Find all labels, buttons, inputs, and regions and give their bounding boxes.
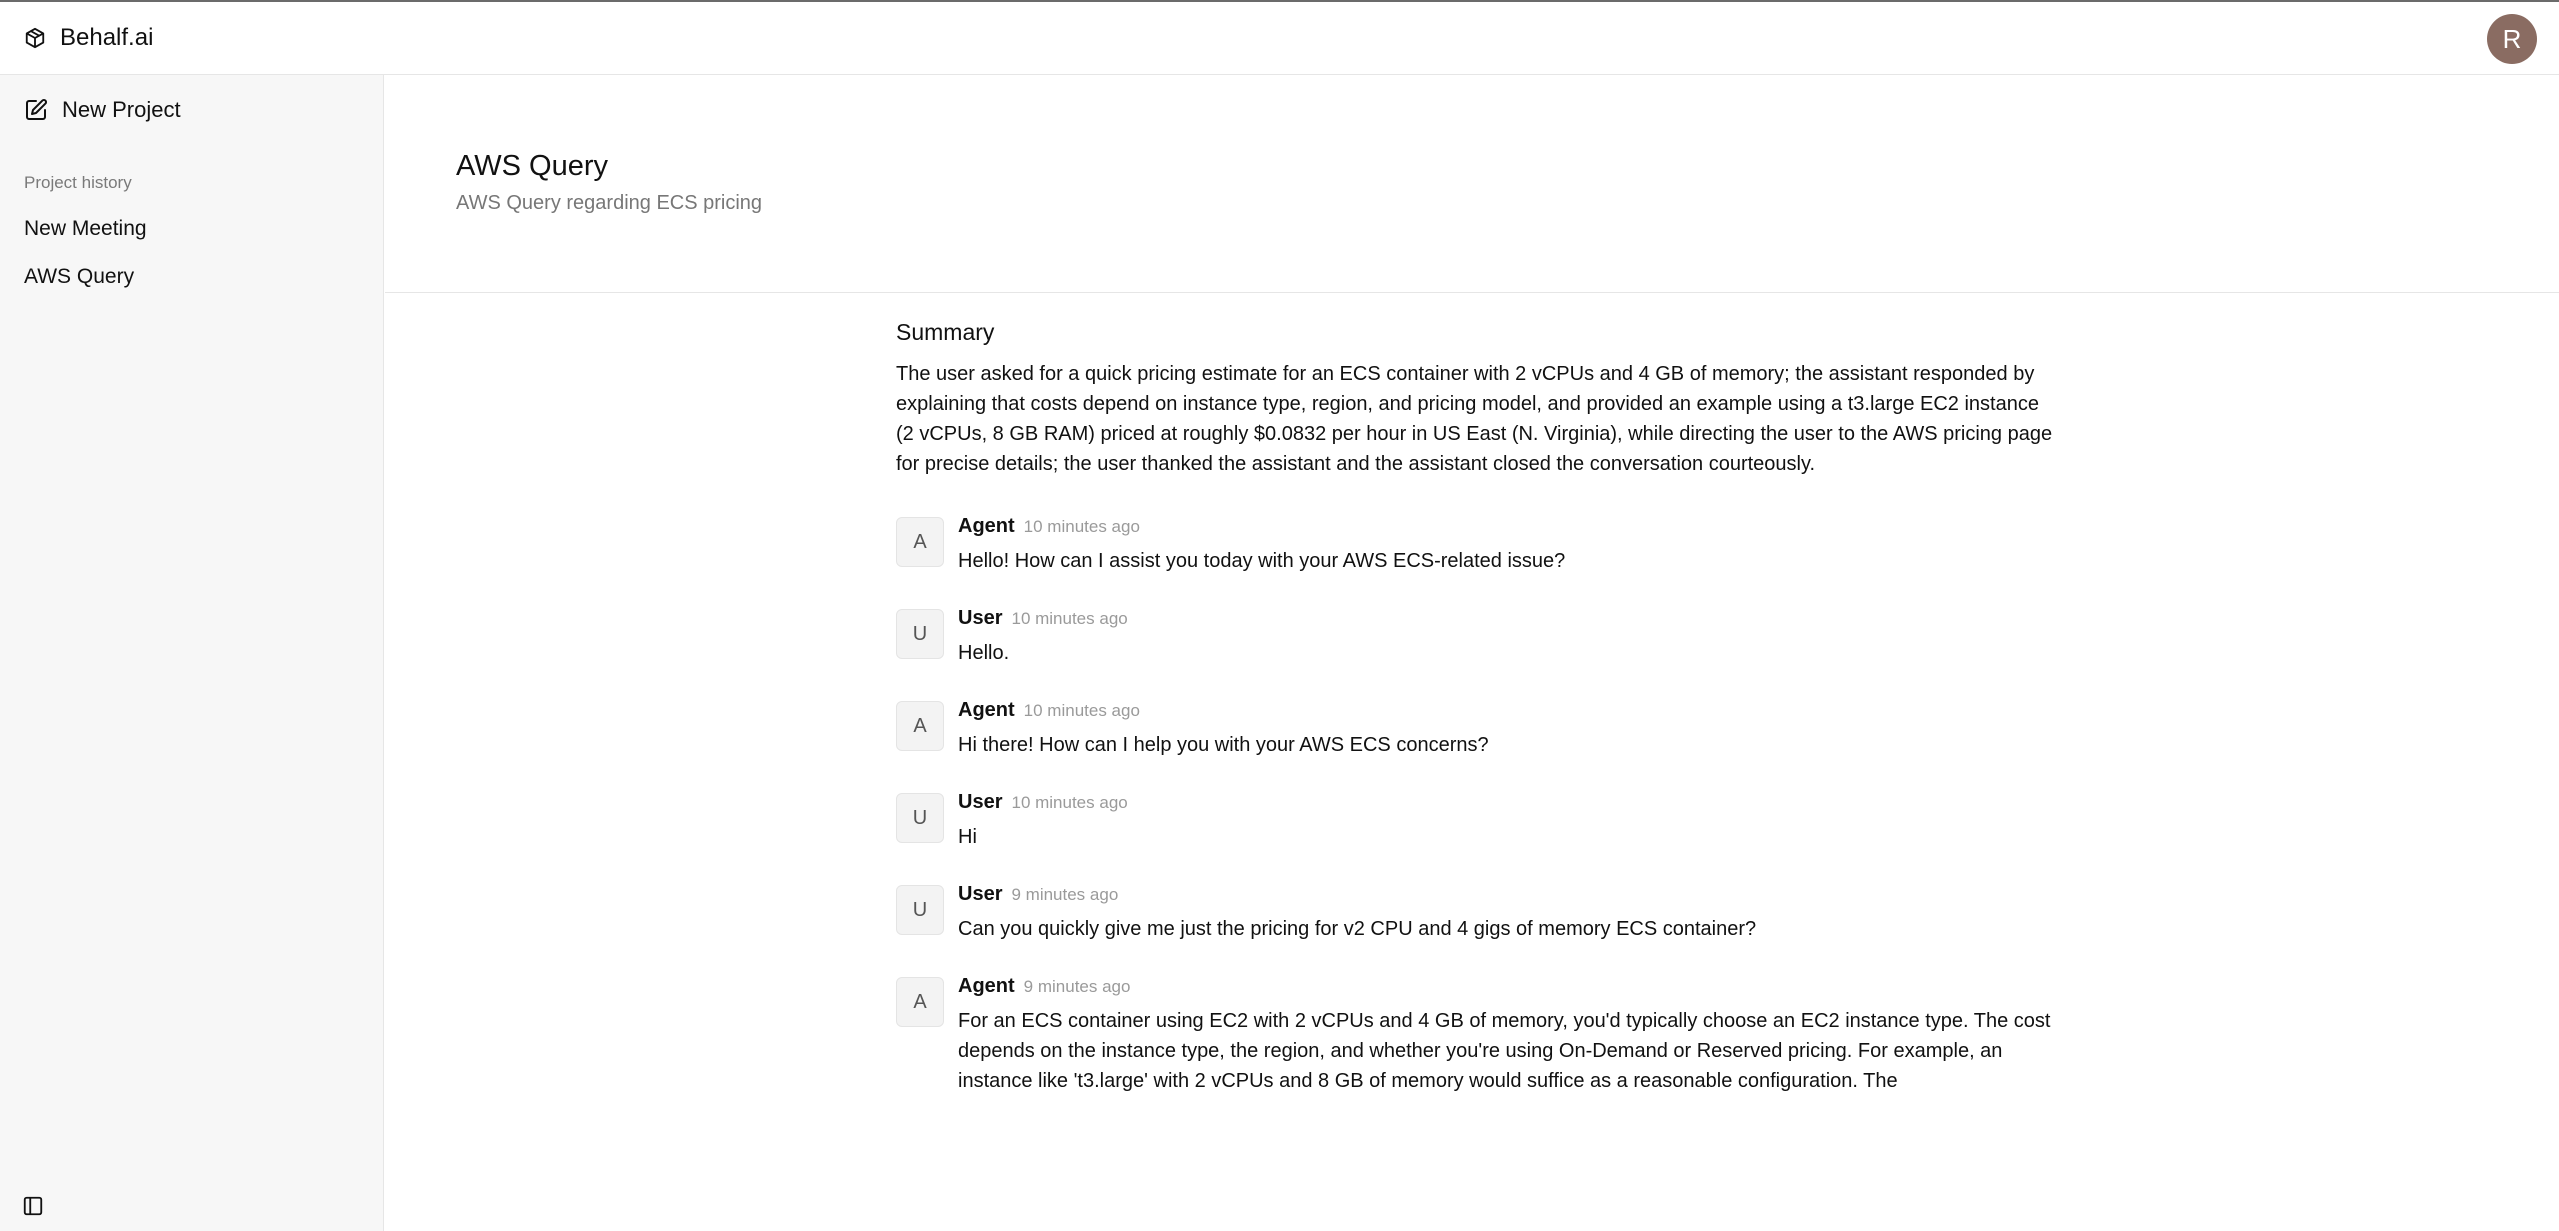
page-title: AWS Query xyxy=(456,150,609,182)
message-author: Agent xyxy=(958,975,1015,997)
message-item: U User 10 minutes ago Hello. xyxy=(896,607,2056,668)
edit-icon xyxy=(26,99,47,120)
message-author: User xyxy=(958,607,1003,629)
page-header: AWS Query AWS Query regarding ECS pricin… xyxy=(385,75,2559,293)
sidebar-toggle-icon[interactable] xyxy=(22,1195,44,1217)
message-text: Hello. xyxy=(958,642,1010,664)
agent-avatar: A xyxy=(896,517,944,567)
new-project-button[interactable]: New Project xyxy=(24,97,181,123)
agent-avatar: A xyxy=(896,701,944,751)
message-timestamp: 10 minutes ago xyxy=(1023,701,1140,720)
message-item: U User 9 minutes ago Can you quickly giv… xyxy=(896,883,2056,944)
message-timestamp: 9 minutes ago xyxy=(1023,977,1131,996)
user-message-avatar: U xyxy=(896,885,944,935)
app-name: Behalf.ai xyxy=(60,24,154,51)
sidebar-item-new-meeting[interactable]: New Meeting xyxy=(24,217,147,241)
message-text: Can you quickly give me just the pricing… xyxy=(958,918,1757,940)
message-item: A Agent 9 minutes ago For an ECS contain… xyxy=(896,975,2056,1096)
user-avatar[interactable]: R xyxy=(2487,14,2537,64)
app-header: Behalf.ai R xyxy=(0,2,2559,75)
message-timestamp: 10 minutes ago xyxy=(1011,609,1128,628)
message-author: User xyxy=(958,791,1003,813)
message-item: U User 10 minutes ago Hi xyxy=(896,791,2056,852)
summary-text: The user asked for a quick pricing estim… xyxy=(896,363,2053,475)
message-item: A Agent 10 minutes ago Hello! How can I … xyxy=(896,515,2056,576)
message-timestamp: 9 minutes ago xyxy=(1011,885,1119,904)
message-text: Hi there! How can I help you with your A… xyxy=(958,734,1489,756)
message-timestamp: 10 minutes ago xyxy=(1023,517,1140,536)
agent-avatar: A xyxy=(896,977,944,1027)
sidebar-item-aws-query[interactable]: AWS Query xyxy=(24,265,134,289)
page-subtitle: AWS Query regarding ECS pricing xyxy=(456,192,763,214)
project-history-label: Project history xyxy=(24,173,132,192)
user-message-avatar: U xyxy=(896,609,944,659)
summary-heading: Summary xyxy=(896,319,995,345)
user-message-avatar: U xyxy=(896,793,944,843)
new-project-label: New Project xyxy=(62,97,181,122)
cube-logo-icon xyxy=(25,27,45,49)
message-list: A Agent 10 minutes ago Hello! How can I … xyxy=(896,515,2056,1096)
sidebar: New Project Project history New Meeting … xyxy=(0,75,384,1231)
conversation-content[interactable]: Summary The user asked for a quick prici… xyxy=(896,319,2056,1217)
brand[interactable]: Behalf.ai xyxy=(24,24,153,52)
main-panel: AWS Query AWS Query regarding ECS pricin… xyxy=(385,75,2559,1231)
message-timestamp: 10 minutes ago xyxy=(1011,793,1128,812)
message-author: User xyxy=(958,883,1003,905)
message-item: A Agent 10 minutes ago Hi there! How can… xyxy=(896,699,2056,760)
message-text: For an ECS container using EC2 with 2 vC… xyxy=(958,1010,2051,1092)
message-text: Hello! How can I assist you today with y… xyxy=(958,550,1566,572)
message-author: Agent xyxy=(958,699,1015,721)
message-text: Hi xyxy=(958,826,977,848)
message-author: Agent xyxy=(958,515,1015,537)
